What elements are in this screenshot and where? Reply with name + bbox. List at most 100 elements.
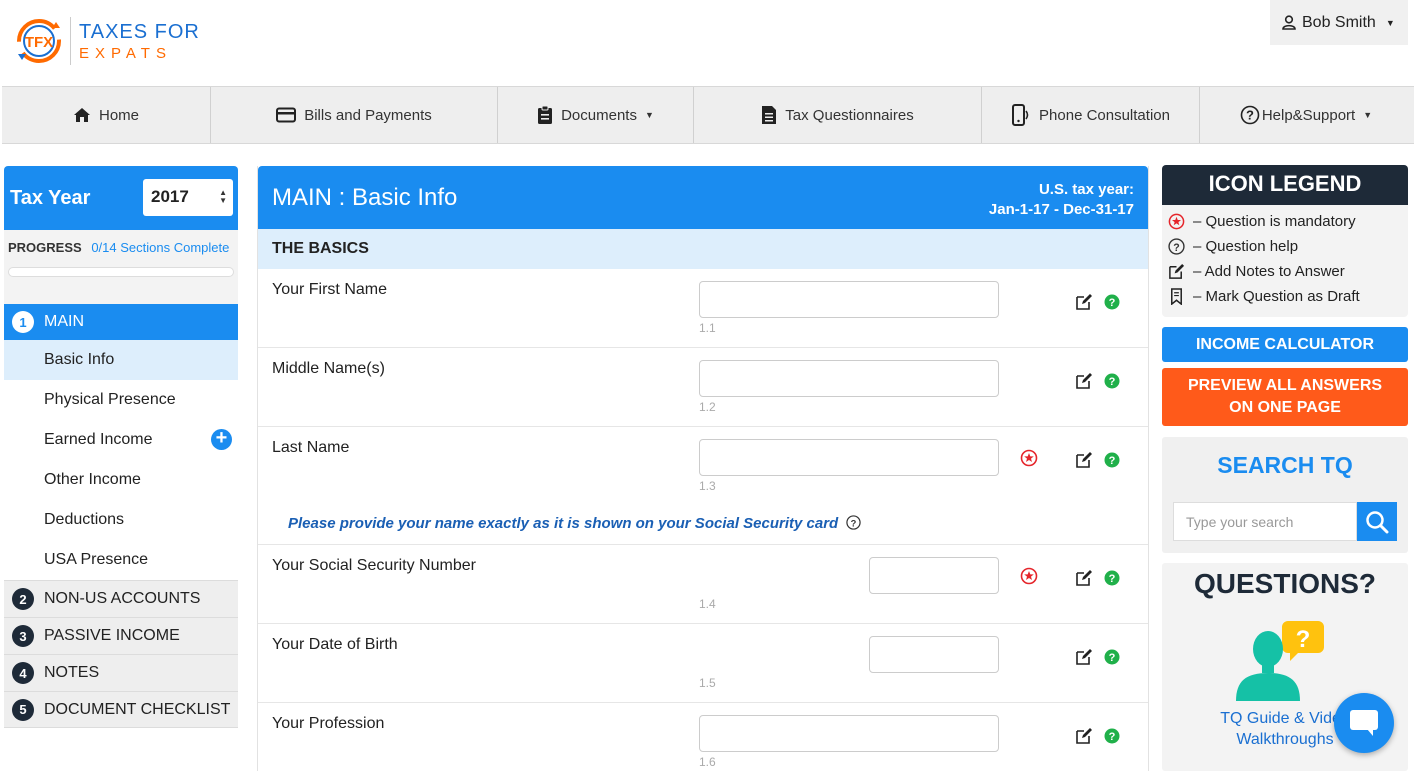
nav-tax-questionnaires-label: Tax Questionnaires <box>785 106 914 124</box>
question-number: 1.1 <box>699 321 716 335</box>
question-help-icon[interactable]: ? <box>1104 649 1120 665</box>
first-name-input[interactable] <box>699 281 999 318</box>
brand-line2: EXPATS <box>79 44 172 62</box>
questionnaire-panel: MAIN : Basic Info U.S. tax year: Jan-1-1… <box>257 166 1149 771</box>
progress-bar <box>8 267 234 277</box>
tax-year-value: 2017 <box>151 187 189 206</box>
section-title: THE BASICS <box>258 229 1148 269</box>
main-nav: Home Bills and Payments Documents ▼ Tax … <box>2 86 1414 144</box>
question-help-icon[interactable]: ? <box>1104 452 1120 468</box>
question-number: 1.6 <box>699 755 716 769</box>
svg-text:?: ? <box>1109 573 1116 585</box>
tax-year-panel: Tax Year 2017 ▲ ▼ <box>4 166 238 230</box>
section-main[interactable]: 1 MAIN <box>4 304 238 340</box>
question-row: Last Name 1.3 ? <box>258 427 1148 506</box>
section-non-us-accounts[interactable]: 2 NON-US ACCOUNTS <box>4 580 238 617</box>
edit-note-icon[interactable] <box>1075 648 1093 666</box>
section-notes[interactable]: 4 NOTES <box>4 654 238 691</box>
user-menu[interactable]: Bob Smith ▼ <box>1270 0 1408 45</box>
edit-note-icon[interactable] <box>1075 293 1093 311</box>
mandatory-star-icon <box>1020 567 1038 585</box>
tax-year-info: U.S. tax year: Jan-1-17 - Dec-31-17 <box>989 180 1134 220</box>
add-icon[interactable]: + <box>211 428 232 450</box>
question-label: Your First Name <box>272 281 387 298</box>
logo-mark-text: TFX <box>25 34 53 51</box>
svg-text:?: ? <box>1109 376 1116 388</box>
bookmark-draft-icon <box>1171 288 1182 305</box>
question-number: 1.3 <box>699 479 716 493</box>
questions-title: QUESTIONS? <box>1193 568 1376 599</box>
edit-note-icon[interactable] <box>1075 727 1093 745</box>
legend-item: – Add Notes to Answer <box>1162 259 1408 284</box>
svg-text:?: ? <box>1109 731 1116 743</box>
search-input[interactable] <box>1173 502 1357 541</box>
last-name-input[interactable] <box>699 439 999 476</box>
svg-text:?: ? <box>1296 626 1311 653</box>
name-note-text: Please provide your name exactly as it i… <box>288 515 839 532</box>
question-number: 1.4 <box>699 597 716 611</box>
question-circle-icon: ? <box>1240 105 1260 125</box>
question-row: Your First Name 1.1 ? <box>258 269 1148 348</box>
select-arrows-icon: ▲ ▼ <box>219 188 227 205</box>
question-help-icon[interactable]: ? <box>1104 728 1120 744</box>
tax-year-info-range: Jan-1-17 - Dec-31-17 <box>988 201 1134 218</box>
legend-item: ? – Question help <box>1162 234 1408 259</box>
svg-text:?: ? <box>1109 455 1116 467</box>
person-question-icon: ? <box>1236 621 1324 701</box>
section-document-checklist[interactable]: 5 DOCUMENT CHECKLIST <box>4 691 238 728</box>
edit-note-icon[interactable] <box>1075 372 1093 390</box>
brand-logo[interactable]: TFX TAXES FOR EXPATS <box>12 14 200 68</box>
nav-phone-consultation[interactable]: Phone Consultation <box>982 87 1200 143</box>
sidebar-item-physical-presence[interactable]: Physical Presence <box>4 380 238 420</box>
edit-note-icon[interactable] <box>1075 451 1093 469</box>
profession-input[interactable] <box>699 715 999 752</box>
section-number: 1 <box>12 311 34 333</box>
tax-year-label: Tax Year <box>10 186 91 209</box>
mandatory-star-icon <box>1020 449 1038 467</box>
date-of-birth-input[interactable] <box>869 636 999 673</box>
sidebar-item-other-income[interactable]: Other Income <box>4 460 238 500</box>
question-label: Middle Name(s) <box>272 360 385 377</box>
question-label: Your Social Security Number <box>272 557 476 574</box>
tax-year-select[interactable]: 2017 ▲ ▼ <box>143 179 233 216</box>
chat-button[interactable] <box>1334 693 1394 753</box>
nav-bills[interactable]: Bills and Payments <box>211 87 498 143</box>
question-number: 1.2 <box>699 400 716 414</box>
search-button[interactable] <box>1357 502 1397 541</box>
question-label: Last Name <box>272 439 350 456</box>
progress-value: 0/14 Sections Complete <box>91 240 230 255</box>
nav-home[interactable]: Home <box>2 87 211 143</box>
income-calculator-button[interactable]: INCOME CALCULATOR <box>1162 327 1408 362</box>
progress-label: PROGRESS <box>8 240 82 255</box>
nav-home-label: Home <box>98 106 139 124</box>
question-circle-icon[interactable]: ? <box>846 515 862 530</box>
sidebar: Tax Year 2017 ▲ ▼ PROGRESS 0/14 Sections … <box>4 166 238 728</box>
icon-legend: ICON LEGEND – Question is mandatory ? – … <box>1162 165 1408 317</box>
page-title: MAIN : Basic Info <box>272 184 458 211</box>
edit-note-icon[interactable] <box>1075 569 1093 587</box>
question-row: Your Social Security Number 1.4 ? <box>258 545 1148 624</box>
sidebar-item-earned-income[interactable]: Earned Income + <box>4 420 238 460</box>
chevron-down-icon: ▼ <box>644 110 654 120</box>
question-number: 1.5 <box>699 676 716 690</box>
search-panel: SEARCH TQ <box>1162 437 1408 553</box>
nav-documents[interactable]: Documents ▼ <box>498 87 694 143</box>
question-circle-icon: ? <box>1168 238 1185 255</box>
nav-tax-questionnaires[interactable]: Tax Questionnaires <box>694 87 982 143</box>
question-help-icon[interactable]: ? <box>1104 373 1120 389</box>
phone-icon <box>1012 104 1029 126</box>
sidebar-item-basic-info[interactable]: Basic Info <box>4 340 238 380</box>
clipboard-icon <box>538 105 553 124</box>
tfx-logo-mark: TFX <box>12 14 66 68</box>
middle-name-input[interactable] <box>699 360 999 397</box>
svg-text:?: ? <box>1246 108 1254 123</box>
sidebar-item-deductions[interactable]: Deductions <box>4 500 238 540</box>
preview-all-answers-button[interactable]: PREVIEW ALL ANSWERS ON ONE PAGE <box>1162 368 1408 426</box>
sidebar-item-usa-presence[interactable]: USA Presence <box>4 540 238 580</box>
ssn-input[interactable] <box>869 557 999 594</box>
question-help-icon[interactable]: ? <box>1104 570 1120 586</box>
question-help-icon[interactable]: ? <box>1104 294 1120 310</box>
nav-help-support[interactable]: ? Help&Support ▼ <box>1200 87 1412 143</box>
search-icon <box>1366 510 1389 533</box>
section-passive-income[interactable]: 3 PASSIVE INCOME <box>4 617 238 654</box>
